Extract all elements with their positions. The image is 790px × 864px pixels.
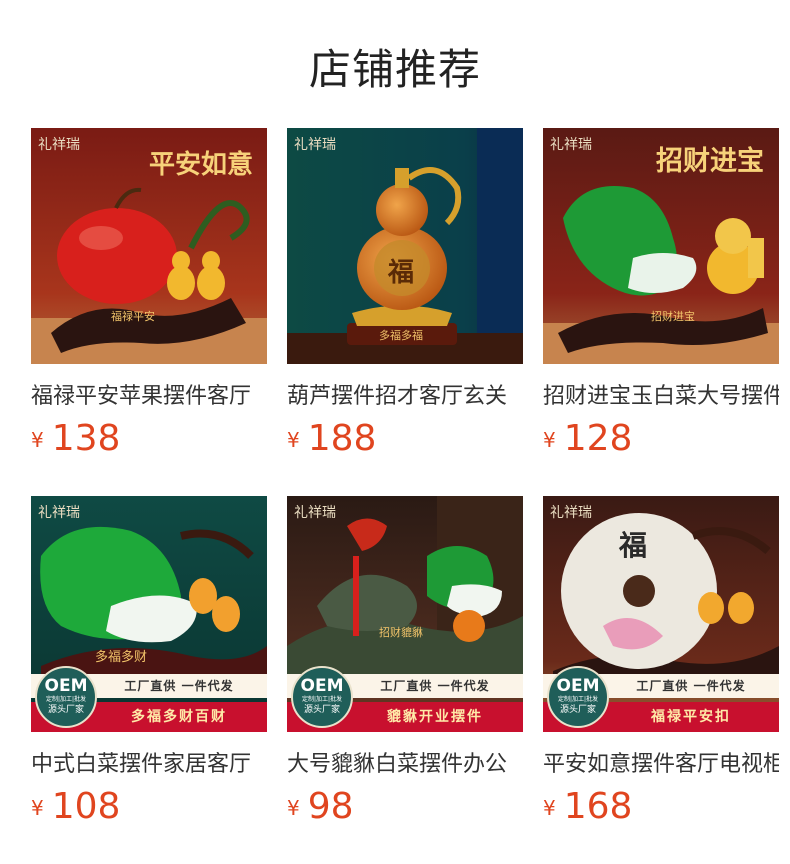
image-caption: 招财貔貅 bbox=[379, 626, 423, 639]
oem-badge-title: OEM bbox=[44, 676, 88, 696]
product-image[interactable]: 礼祥瑞 招财貔貅 工厂直供 一件代发 貔貅开业摆件 OEM 定制|加工|批发 源… bbox=[287, 496, 523, 732]
image-caption: 福 bbox=[388, 258, 415, 288]
brand-logo: 礼祥瑞 bbox=[38, 505, 80, 521]
product-card[interactable]: 礼祥瑞 招财貔貅 工厂直供 一件代发 貔貅开业摆件 OEM 定制|加工|批发 源… bbox=[287, 496, 523, 830]
oem-badge-line2: 源头厂家 bbox=[303, 705, 340, 715]
brand-logo: 礼祥瑞 bbox=[294, 505, 336, 521]
image-caption: 平安如意 bbox=[148, 150, 253, 180]
product-image[interactable]: 礼祥瑞 多福多财 工厂直供 一件代发 多福多财百财 OEM 定制|加工|批发 源… bbox=[31, 496, 267, 732]
product-image[interactable]: 礼祥瑞 福 多福多福 bbox=[287, 128, 523, 364]
image-caption: 多福多财 bbox=[95, 650, 148, 665]
product-card[interactable]: 礼祥瑞 平安如意 福禄平安 福禄平安苹果摆件客厅 ¥138 bbox=[31, 128, 267, 462]
oem-badge: OEM 定制|加工|批发 源头厂家 bbox=[547, 666, 609, 728]
price-amount: 188 bbox=[307, 418, 377, 459]
brand-logo: 礼祥瑞 bbox=[550, 505, 592, 521]
oem-badge-line2: 源头厂家 bbox=[559, 705, 596, 715]
image-caption: 福 bbox=[619, 529, 648, 562]
product-name[interactable]: 大号貔貅白菜摆件办公 bbox=[287, 746, 523, 778]
oem-badge-line1: 定制|加工|批发 bbox=[301, 696, 343, 703]
price-amount: 168 bbox=[563, 786, 633, 827]
product-image[interactable]: 礼祥瑞 福 工厂直供 一件代发 福禄平安扣 OEM 定制|加工|批发 源头厂家 bbox=[543, 496, 779, 732]
product-price: ¥188 bbox=[287, 418, 523, 462]
currency-symbol: ¥ bbox=[543, 428, 556, 452]
oem-badge-line1: 定制|加工|批发 bbox=[557, 696, 599, 703]
product-image[interactable]: 礼祥瑞 平安如意 福禄平安 bbox=[31, 128, 267, 364]
product-price: ¥108 bbox=[31, 786, 267, 830]
product-price: ¥168 bbox=[543, 786, 779, 830]
product-name[interactable]: 葫芦摆件招才客厅玄关 bbox=[287, 378, 523, 410]
oem-badge: OEM 定制|加工|批发 源头厂家 bbox=[291, 666, 353, 728]
product-price: ¥98 bbox=[287, 786, 523, 830]
price-amount: 128 bbox=[563, 418, 633, 459]
product-card[interactable]: 礼祥瑞 招财进宝 招财进宝 招财进宝玉白菜大号摆件 ¥128 bbox=[543, 128, 779, 462]
oem-badge-title: OEM bbox=[556, 676, 600, 696]
image-caption-text: 招财进宝 bbox=[656, 146, 764, 177]
brand-logo: 礼祥瑞 bbox=[550, 137, 592, 153]
product-name[interactable]: 平安如意摆件客厅电视柜 bbox=[543, 746, 779, 778]
image-subcaption: 多福多福 bbox=[379, 329, 423, 342]
product-card[interactable]: 礼祥瑞 福 多福多福 葫芦摆件招才客厅玄关 ¥188 bbox=[287, 128, 523, 462]
brand-logo: 礼祥瑞 bbox=[38, 137, 80, 153]
product-card[interactable]: 礼祥瑞 多福多财 工厂直供 一件代发 多福多财百财 OEM 定制|加工|批发 源… bbox=[31, 496, 267, 830]
product-name[interactable]: 中式白菜摆件家居客厅 bbox=[31, 746, 267, 778]
currency-symbol: ¥ bbox=[287, 428, 300, 452]
oem-badge: OEM 定制|加工|批发 源头厂家 bbox=[35, 666, 97, 728]
currency-symbol: ¥ bbox=[31, 796, 44, 820]
brand-logo: 礼祥瑞 bbox=[294, 137, 336, 153]
product-name[interactable]: 福禄平安苹果摆件客厅 bbox=[31, 378, 267, 410]
currency-symbol: ¥ bbox=[543, 796, 556, 820]
image-subcaption: 招财进宝 bbox=[651, 310, 695, 323]
currency-symbol: ¥ bbox=[287, 796, 300, 820]
price-amount: 108 bbox=[51, 786, 121, 827]
image-subcaption: 福禄平安 bbox=[111, 310, 155, 323]
price-amount: 138 bbox=[51, 418, 121, 459]
oem-badge-title: OEM bbox=[300, 676, 344, 696]
product-price: ¥138 bbox=[31, 418, 267, 462]
section-title: 店铺推荐 bbox=[308, 45, 481, 94]
oem-badge-line1: 定制|加工|批发 bbox=[45, 696, 87, 703]
product-card[interactable]: 礼祥瑞 福 工厂直供 一件代发 福禄平安扣 OEM 定制|加工|批发 源头厂家 … bbox=[543, 496, 779, 830]
product-name[interactable]: 招财进宝玉白菜大号摆件 bbox=[543, 378, 779, 410]
oem-badge-line2: 源头厂家 bbox=[47, 705, 84, 715]
product-image[interactable]: 礼祥瑞 招财进宝 招财进宝 bbox=[543, 128, 779, 364]
currency-symbol: ¥ bbox=[31, 428, 44, 452]
product-price: ¥128 bbox=[543, 418, 779, 462]
image-caption: 招财进宝 bbox=[655, 146, 765, 178]
price-amount: 98 bbox=[307, 786, 354, 827]
